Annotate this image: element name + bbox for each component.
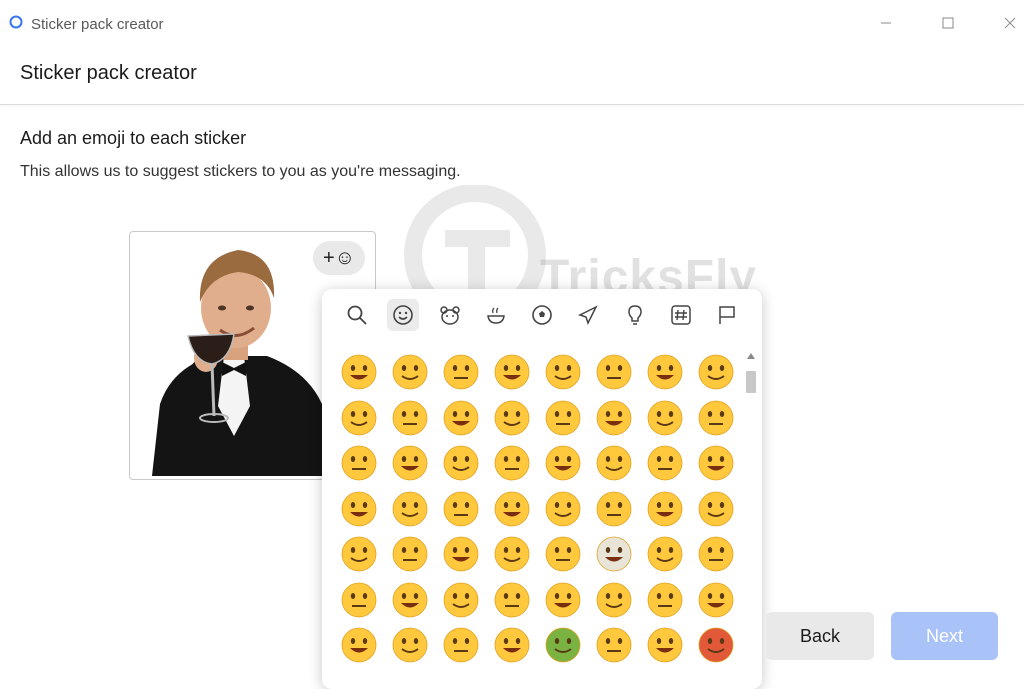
emoji-face-icon[interactable] (391, 444, 429, 482)
emoji-face-icon[interactable] (391, 626, 429, 664)
emoji-face-icon[interactable] (340, 353, 378, 391)
scroll-up-arrow-icon[interactable] (747, 353, 755, 359)
symbols-icon[interactable] (665, 299, 697, 331)
back-button[interactable]: Back (766, 612, 874, 660)
emoji-face-icon[interactable] (340, 626, 378, 664)
travel-icon[interactable] (572, 299, 604, 331)
sports-icon[interactable] (526, 299, 558, 331)
smiley-icon[interactable] (387, 299, 419, 331)
emoji-face-icon[interactable] (340, 581, 378, 619)
emoji-face-icon[interactable] (544, 581, 582, 619)
emoji-face-icon[interactable] (697, 353, 735, 391)
window-title: Sticker pack creator (31, 16, 164, 33)
emoji-face-icon[interactable] (697, 535, 735, 573)
search-icon[interactable] (341, 299, 373, 331)
emoji-face-icon[interactable] (391, 581, 429, 619)
emoji-face-icon[interactable] (442, 535, 480, 573)
emoji-face-icon[interactable] (442, 626, 480, 664)
add-emoji-button[interactable]: +☺ (313, 241, 365, 275)
scroll-thumb[interactable] (746, 371, 756, 393)
next-button[interactable]: Next (891, 612, 998, 660)
emoji-face-icon[interactable] (646, 581, 684, 619)
emoji-face-icon[interactable] (340, 535, 378, 573)
emoji-face-icon[interactable] (391, 490, 429, 528)
close-icon (1004, 17, 1016, 29)
emoji-face-icon[interactable] (544, 490, 582, 528)
emoji-face-icon[interactable] (646, 626, 684, 664)
emoji-face-icon[interactable] (595, 490, 633, 528)
minimize-button[interactable] (873, 10, 899, 36)
app-logo-icon (9, 15, 23, 29)
emoji-face-icon[interactable] (544, 399, 582, 437)
emoji-face-icon[interactable] (442, 490, 480, 528)
emoji-face-icon[interactable] (340, 399, 378, 437)
maximize-button[interactable] (935, 10, 961, 36)
section-heading: Add an emoji to each sticker (20, 128, 247, 148)
emoji-face-icon[interactable] (697, 626, 735, 664)
emoji-scrollbar[interactable] (744, 349, 758, 689)
emoji-face-icon[interactable] (646, 399, 684, 437)
emoji-face-icon[interactable] (544, 535, 582, 573)
emoji-face-icon[interactable] (595, 626, 633, 664)
emoji-face-icon[interactable] (442, 581, 480, 619)
emoji-face-icon[interactable] (493, 353, 531, 391)
emoji-face-icon[interactable] (391, 399, 429, 437)
emoji-face-icon[interactable] (646, 444, 684, 482)
emoji-face-icon[interactable] (544, 353, 582, 391)
emoji-face-icon[interactable] (697, 490, 735, 528)
emoji-face-icon[interactable] (493, 490, 531, 528)
emoji-face-icon[interactable] (697, 399, 735, 437)
emoji-face-icon[interactable] (493, 535, 531, 573)
emoji-face-icon[interactable] (646, 353, 684, 391)
title-bar: Sticker pack creator (0, 0, 1024, 46)
emoji-face-icon[interactable] (646, 535, 684, 573)
emoji-face-icon[interactable] (340, 490, 378, 528)
emoji-face-icon[interactable] (493, 399, 531, 437)
page-title: Sticker pack creator (20, 62, 197, 84)
emoji-face-icon[interactable] (697, 444, 735, 482)
emoji-face-icon[interactable] (595, 353, 633, 391)
sticker-image (152, 250, 328, 476)
emoji-face-icon[interactable] (544, 444, 582, 482)
emoji-face-icon[interactable] (595, 535, 633, 573)
page-header: Sticker pack creator (0, 46, 1024, 105)
emoji-face-icon[interactable] (544, 626, 582, 664)
emoji-face-icon[interactable] (595, 581, 633, 619)
emoji-face-icon[interactable] (340, 444, 378, 482)
emoji-face-icon[interactable] (493, 581, 531, 619)
emoji-face-icon[interactable] (442, 444, 480, 482)
close-button[interactable] (997, 10, 1023, 36)
food-icon[interactable] (480, 299, 512, 331)
emoji-face-icon[interactable] (391, 535, 429, 573)
section-description: This allows us to suggest stickers to yo… (20, 163, 461, 180)
emoji-face-icon[interactable] (646, 490, 684, 528)
minimize-icon (881, 22, 891, 24)
emoji-face-icon[interactable] (595, 444, 633, 482)
emoji-face-icon[interactable] (391, 353, 429, 391)
emoji-face-icon[interactable] (493, 626, 531, 664)
emoji-picker (322, 289, 762, 689)
flags-icon[interactable] (711, 299, 743, 331)
objects-icon[interactable] (619, 299, 651, 331)
emoji-category-bar (322, 299, 762, 339)
emoji-face-icon[interactable] (442, 353, 480, 391)
maximize-icon (942, 17, 954, 29)
emoji-face-icon[interactable] (595, 399, 633, 437)
animal-icon[interactable] (434, 299, 466, 331)
emoji-face-icon[interactable] (493, 444, 531, 482)
emoji-face-icon[interactable] (442, 399, 480, 437)
emoji-face-icon[interactable] (697, 581, 735, 619)
